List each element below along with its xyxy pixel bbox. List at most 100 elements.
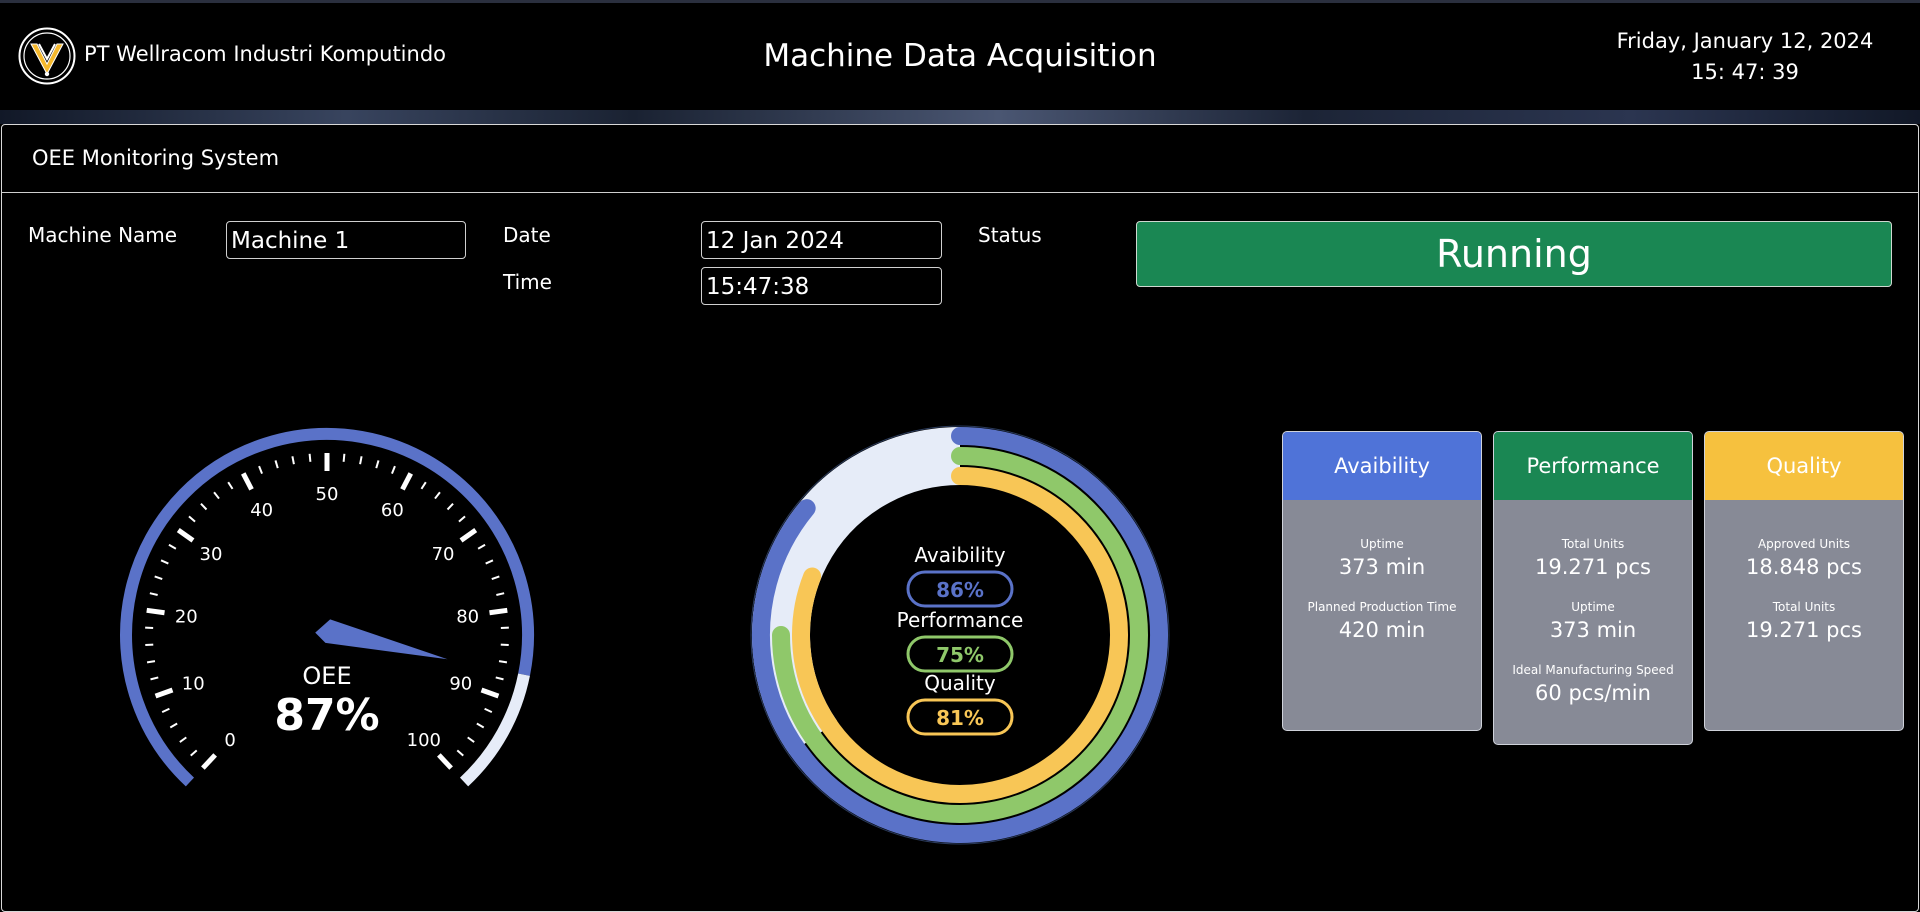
gauge-major-tick — [241, 472, 254, 491]
gauge-tick-label: 70 — [432, 544, 455, 565]
gauge-minor-tick — [169, 722, 178, 729]
gauge-remainder-arc — [459, 673, 530, 787]
card-performance-body: Total Units 19.271 pcs Uptime 373 min Id… — [1494, 500, 1692, 709]
card-availability-title: Avaibility — [1283, 432, 1481, 500]
approved-units-value: 18.848 pcs — [1746, 555, 1862, 579]
gauge-minor-tick — [434, 491, 441, 500]
gauge-major-tick — [480, 687, 500, 699]
gauge-minor-tick — [168, 543, 177, 550]
gauge-minor-tick — [150, 676, 159, 681]
card-quality-title: Quality — [1705, 432, 1903, 500]
gauge-minor-tick — [491, 575, 500, 580]
gauge-minor-tick — [188, 515, 196, 523]
company-logo-icon — [18, 27, 76, 85]
gauge-major-tick — [437, 753, 453, 770]
gauge-tick-label: 50 — [316, 484, 339, 505]
total-units-caption: Total Units — [1772, 600, 1836, 614]
gauge-minor-tick — [477, 543, 486, 550]
app-title: Machine Data Acquisition — [763, 38, 1157, 74]
gauge-minor-tick — [484, 707, 493, 714]
gauge-value: 87% — [274, 690, 379, 741]
card-quality: Quality Approved Units 18.848 pcs Total … — [1704, 431, 1904, 731]
gauge-minor-tick — [446, 503, 454, 511]
gauge-minor-tick — [476, 722, 485, 729]
gauge-minor-tick — [308, 453, 312, 462]
gauge-tick-label: 0 — [224, 730, 235, 751]
card-performance: Performance Total Units 19.271 pcs Uptim… — [1493, 431, 1693, 745]
header-bar: PT Wellracom Industri Komputindo Machine… — [0, 0, 1920, 112]
card-quality-body: Approved Units 18.848 pcs Total Units 19… — [1705, 500, 1903, 646]
gauge-major-tick — [146, 607, 165, 616]
planned-production-time-value: 420 min — [1338, 618, 1426, 642]
gauge-tick-label: 20 — [175, 607, 198, 628]
gauge-minor-tick — [420, 481, 427, 490]
status-indicator: Running — [1136, 221, 1892, 287]
gauge-major-tick — [459, 528, 478, 543]
gauge-minor-tick — [146, 660, 156, 664]
gauge-minor-tick — [190, 749, 198, 757]
total-units-value: 19.271 pcs — [1746, 618, 1862, 642]
date-label: Date — [503, 223, 551, 247]
uptime-value: 373 min — [1549, 618, 1637, 642]
uptime-caption: Uptime — [1360, 537, 1404, 551]
time-label: Time — [503, 270, 552, 294]
gauge-minor-tick — [375, 460, 380, 469]
ring-label-quality: Quality — [924, 671, 996, 695]
ideal-speed-value: 60 pcs/min — [1535, 681, 1651, 705]
machine-name-label: Machine Name — [28, 223, 178, 247]
total-units-caption: Total Units — [1561, 537, 1625, 551]
gauge-minor-tick — [496, 592, 505, 597]
panel-divider — [2, 192, 1918, 193]
ring-label-avaibility: Avaibility — [914, 543, 1005, 567]
card-availability-body: Uptime 373 min Planned Production Time 4… — [1283, 500, 1481, 646]
company-name: PT Wellracom Industri Komputindo — [84, 42, 447, 66]
approved-units-caption: Approved Units — [1757, 537, 1851, 551]
gauge-minor-tick — [179, 736, 187, 743]
header-date: Friday, January 12, 2024 — [1616, 29, 1874, 53]
gauge-minor-tick — [200, 503, 208, 511]
status-label: Status — [978, 223, 1042, 247]
gauge-minor-tick — [227, 481, 234, 490]
gauge-tick-label: 90 — [449, 674, 472, 695]
gauge-major-tick — [201, 753, 217, 770]
header-decorative-stripe — [0, 110, 1920, 124]
machine-name-field[interactable]: Machine 1 — [226, 221, 466, 259]
gauge-minor-tick — [154, 575, 163, 580]
card-availability: Avaibility Uptime 373 min Planned Produc… — [1282, 431, 1482, 731]
header-clock: 15: 47: 39 — [1691, 60, 1799, 84]
oee-gauge: 0 10 20 30 40 50 60 70 80 90 100 OEE 87% — [120, 428, 534, 787]
gauge-tick-label: 40 — [250, 500, 273, 521]
gauge-minor-tick — [495, 676, 504, 681]
gauge-minor-tick — [161, 707, 170, 714]
date-field[interactable]: 12 Jan 2024 — [701, 221, 942, 259]
gauge-minor-tick — [458, 515, 466, 523]
app-window: PT Wellracom Industri Komputindo Machine… — [0, 0, 1920, 912]
ring-value-performance: 75% — [936, 643, 984, 667]
panel-title: OEE Monitoring System — [32, 146, 280, 170]
gauge-major-tick — [489, 607, 508, 616]
gauge-minor-tick — [213, 491, 220, 500]
gauge-minor-tick — [342, 453, 346, 462]
gauge-minor-tick — [498, 660, 508, 664]
gauge-label: OEE — [302, 662, 351, 690]
gauge-major-tick — [154, 687, 174, 699]
header-top-line — [0, 0, 1920, 3]
gauge-minor-tick — [467, 736, 475, 743]
gauge-major-tick — [400, 472, 413, 491]
planned-production-time-caption: Planned Production Time — [1307, 600, 1457, 614]
card-performance-title: Performance — [1494, 432, 1692, 500]
ring-value-avaibility: 86% — [936, 578, 984, 602]
gauge-minor-tick — [359, 456, 363, 465]
gauge-tick-label: 80 — [456, 607, 479, 628]
ring-value-quality: 81% — [936, 706, 984, 730]
gauge-tick-label: 30 — [200, 544, 223, 565]
gauge-minor-tick — [485, 559, 494, 565]
oee-ring-chart: Avaibility 86% Performance 75% Quality 81% — [750, 425, 1170, 845]
gauge-tick-label: 60 — [381, 500, 404, 521]
time-field[interactable]: 15:47:38 — [701, 267, 942, 305]
gauge-minor-tick — [149, 592, 158, 597]
gauge-major-tick — [176, 528, 195, 543]
ideal-speed-caption: Ideal Manufacturing Speed — [1512, 663, 1674, 677]
gauge-minor-tick — [456, 749, 464, 757]
gauge-tick-label: 100 — [407, 730, 441, 751]
